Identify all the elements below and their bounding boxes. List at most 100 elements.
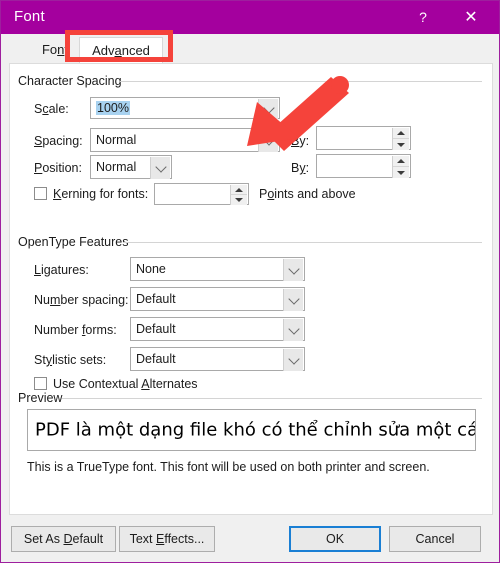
text-effects-label-pre: Text bbox=[129, 532, 156, 546]
font-dialog: Font ? ✕ Font Advanced Character Spacing… bbox=[0, 0, 500, 563]
number-spacing-dropdown-arrow[interactable] bbox=[283, 289, 303, 311]
tab-font[interactable]: Font bbox=[27, 37, 83, 63]
number-spacing-value: Default bbox=[136, 292, 176, 306]
chevron-down-icon bbox=[262, 102, 275, 114]
kerning-checkbox[interactable] bbox=[34, 187, 47, 200]
kerning-label-post: erning for fonts: bbox=[61, 187, 149, 201]
spin-up-button[interactable] bbox=[231, 185, 247, 195]
spin-up-button[interactable] bbox=[393, 128, 409, 139]
spacing-by-label: By: bbox=[291, 134, 309, 148]
triangle-down-icon bbox=[235, 198, 243, 202]
spacing-by-label-post: y: bbox=[299, 134, 310, 148]
cancel-button[interactable]: Cancel bbox=[389, 526, 481, 552]
kerning-size-spinner[interactable] bbox=[154, 183, 249, 205]
triangle-up-icon bbox=[397, 131, 405, 135]
chevron-down-icon bbox=[287, 293, 300, 305]
set-as-default-accesskey: D bbox=[63, 532, 73, 546]
truetype-note: This is a TrueType font. This font will … bbox=[27, 460, 430, 474]
kerning-label: Kerning for fonts: bbox=[53, 187, 148, 201]
spacing-combo[interactable]: Normal bbox=[90, 128, 280, 152]
tab-font-label-post: t bbox=[64, 42, 69, 57]
tab-advanced-label-pre: Adv bbox=[92, 43, 115, 58]
position-combo[interactable]: Normal bbox=[90, 155, 172, 179]
ligatures-accesskey: L bbox=[34, 263, 41, 277]
preview-group-label: Preview bbox=[18, 391, 63, 405]
ligatures-combo[interactable]: None bbox=[130, 257, 305, 281]
ligatures-dropdown-arrow[interactable] bbox=[283, 259, 303, 281]
stylistic-sets-label-post: listic sets: bbox=[52, 353, 107, 367]
tab-advanced-accesskey: a bbox=[114, 43, 122, 58]
position-by-spinner[interactable] bbox=[316, 154, 411, 178]
number-forms-combo[interactable]: Default bbox=[130, 317, 305, 341]
cancel-label: Cancel bbox=[415, 532, 455, 546]
number-spacing-combo[interactable]: Default bbox=[130, 287, 305, 311]
position-by-label-post: : bbox=[305, 161, 310, 175]
scale-dropdown-arrow[interactable] bbox=[258, 99, 278, 119]
spin-up-button[interactable] bbox=[393, 156, 409, 167]
ok-button[interactable]: OK bbox=[289, 526, 381, 552]
position-dropdown-arrow[interactable] bbox=[150, 157, 170, 179]
stylistic-sets-dropdown-arrow[interactable] bbox=[283, 349, 303, 371]
number-forms-label-post: orms: bbox=[85, 323, 117, 337]
contextual-alternates-label: Use Contextual Alternates bbox=[53, 377, 198, 391]
help-icon[interactable]: ? bbox=[403, 1, 443, 34]
character-spacing-rule bbox=[120, 81, 482, 82]
number-spacing-label-pre: Nu bbox=[34, 293, 50, 307]
chevron-down-icon bbox=[287, 323, 300, 335]
chevron-down-icon bbox=[262, 134, 275, 146]
close-icon[interactable]: ✕ bbox=[451, 1, 491, 34]
number-spacing-accesskey: m bbox=[49, 293, 61, 307]
stylistic-sets-combo[interactable]: Default bbox=[130, 347, 305, 371]
tab-advanced-label-post: nced bbox=[121, 43, 150, 58]
chevron-down-icon bbox=[287, 353, 300, 365]
set-as-default-button[interactable]: Set As Default bbox=[11, 526, 116, 552]
ligatures-label-post: igatures: bbox=[40, 263, 89, 277]
spacing-dropdown-arrow[interactable] bbox=[258, 130, 278, 152]
contextual-alternates-checkbox[interactable] bbox=[34, 377, 47, 390]
ligatures-value: None bbox=[136, 262, 166, 276]
triangle-down-icon bbox=[397, 170, 405, 175]
number-forms-label: Number forms: bbox=[34, 323, 117, 337]
number-forms-label-pre: Number bbox=[34, 323, 82, 337]
opentype-rule bbox=[124, 242, 482, 243]
position-by-spin-buttons[interactable] bbox=[392, 156, 409, 178]
font-preview-box: PDF là một dạng file khó có thể chỉnh sử… bbox=[27, 409, 476, 451]
chevron-down-icon bbox=[287, 263, 300, 275]
set-as-default-label-pre: Set As bbox=[23, 532, 64, 546]
number-forms-dropdown-arrow[interactable] bbox=[283, 319, 303, 341]
stylistic-sets-label-pre: St bbox=[34, 353, 46, 367]
triangle-down-icon bbox=[397, 142, 405, 147]
font-preview-text: PDF là một dạng file khó có thể chỉnh sử… bbox=[35, 419, 476, 441]
kerning-spin-buttons[interactable] bbox=[230, 185, 247, 205]
spacing-by-spin-buttons[interactable] bbox=[392, 128, 409, 150]
spin-down-button[interactable] bbox=[393, 167, 409, 178]
kerning-suffix-post: ints and above bbox=[274, 187, 356, 201]
spacing-by-spinner[interactable] bbox=[316, 126, 411, 150]
advanced-tab-panel: Character Spacing Scale: 100% Spacing: N… bbox=[9, 63, 493, 562]
tab-font-label-pre: Fo bbox=[41, 42, 58, 57]
spin-down-button[interactable] bbox=[393, 139, 409, 150]
ok-label: OK bbox=[325, 532, 345, 546]
triangle-up-icon bbox=[235, 187, 243, 192]
tab-advanced[interactable]: Advanced bbox=[79, 37, 163, 63]
stylistic-sets-value: Default bbox=[136, 352, 176, 366]
position-label-post: osition: bbox=[42, 161, 82, 175]
spacing-label: Spacing: bbox=[34, 134, 83, 148]
stylistic-sets-label: Stylistic sets: bbox=[34, 353, 106, 367]
scale-label-post: ale: bbox=[48, 102, 69, 116]
text-effects-button[interactable]: Text Effects... bbox=[119, 526, 215, 552]
spin-down-button[interactable] bbox=[231, 195, 247, 205]
dialog-footer: Set As Default Text Effects... OK Cancel bbox=[1, 517, 499, 562]
scale-label: Scale: bbox=[34, 102, 69, 116]
scale-combo[interactable]: 100% bbox=[90, 97, 280, 119]
tab-strip: Font Advanced bbox=[1, 34, 499, 63]
number-spacing-label-post: ber spacing: bbox=[60, 293, 129, 307]
contextual-alternates-accesskey: A bbox=[141, 377, 150, 391]
contextual-alternates-label-pre: Use Contextual bbox=[53, 377, 142, 391]
scale-value: 100% bbox=[96, 101, 130, 115]
preview-rule bbox=[62, 398, 482, 399]
opentype-group-label: OpenType Features bbox=[18, 235, 129, 249]
kerning-suffix-label: Points and above bbox=[259, 187, 356, 201]
chevron-down-icon bbox=[154, 161, 167, 173]
ligatures-label: Ligatures: bbox=[34, 263, 89, 277]
